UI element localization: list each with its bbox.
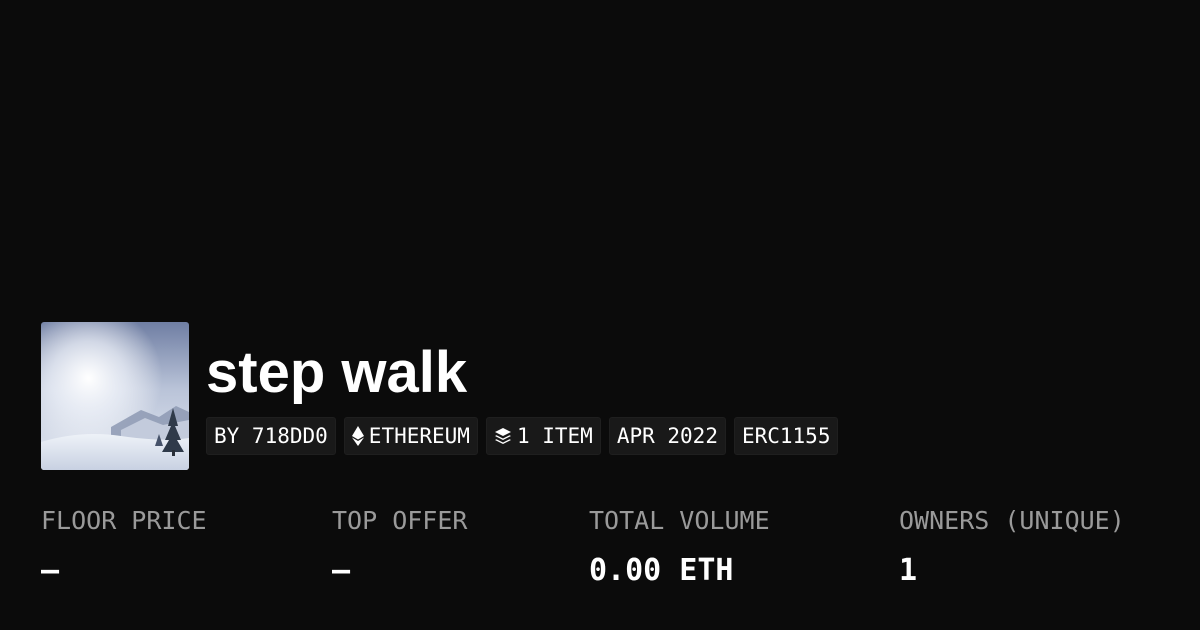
stat-floor-price-value: —	[41, 553, 60, 588]
stat-floor-price-label: FLOOR PRICE	[41, 506, 207, 535]
stat-total-volume-label: TOTAL VOLUME	[589, 506, 770, 535]
stat-owners-value: 1	[899, 553, 918, 588]
stat-total-volume-value: 0.00 ETH	[589, 553, 734, 588]
chain-badge[interactable]: ETHEREUM	[343, 417, 478, 455]
stat-top-offer-value: —	[332, 553, 351, 588]
date-badge: APR 2022	[608, 417, 726, 455]
stat-total-volume: TOTAL VOLUME 0.00 ETH	[589, 505, 770, 589]
chain-badge-label: ETHEREUM	[368, 424, 470, 448]
stat-owners: OWNERS (UNIQUE) 1	[899, 505, 1125, 589]
badge-row: BY 718DD0 ETHEREUM 1 ITEM APR 2022 ERC11…	[206, 417, 839, 455]
token-standard-badge-label: ERC1155	[741, 424, 831, 448]
stat-floor-price: FLOOR PRICE —	[41, 505, 207, 589]
collection-header: step walk BY 718DD0 ETHEREUM 1 ITEM APR …	[41, 322, 839, 470]
collection-title: step walk	[206, 340, 468, 405]
title-block: step walk BY 718DD0 ETHEREUM 1 ITEM APR …	[206, 322, 839, 455]
stat-top-offer: TOP OFFER —	[332, 505, 467, 589]
items-badge[interactable]: 1 ITEM	[485, 417, 601, 455]
collection-stats: FLOOR PRICE — TOP OFFER — TOTAL VOLUME 0…	[0, 505, 1200, 605]
collection-avatar-image	[41, 322, 189, 470]
ethereum-icon	[351, 426, 364, 446]
stat-top-offer-label: TOP OFFER	[332, 506, 468, 535]
date-badge-label: APR 2022	[616, 424, 718, 448]
collection-avatar	[41, 322, 189, 470]
creator-badge-label: BY 718DD0	[214, 424, 328, 448]
creator-badge[interactable]: BY 718DD0	[206, 417, 336, 455]
layers-icon	[494, 427, 512, 445]
items-badge-label: 1 ITEM	[516, 424, 593, 448]
stat-owners-label: OWNERS (UNIQUE)	[899, 506, 1125, 535]
token-standard-badge: ERC1155	[733, 417, 839, 455]
